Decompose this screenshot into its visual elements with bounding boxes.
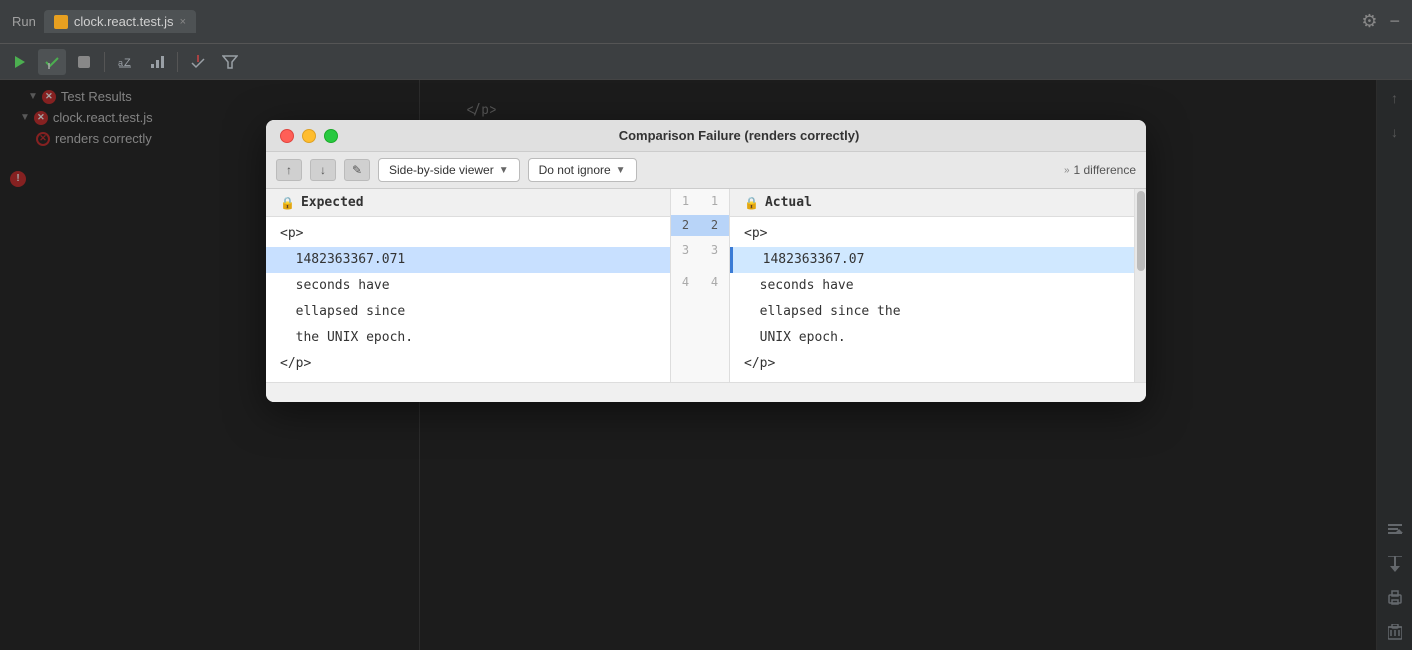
file-tab[interactable]: clock.react.test.js × bbox=[44, 10, 196, 33]
diff-count: » 1 difference bbox=[1064, 163, 1136, 177]
sort-duration-button[interactable] bbox=[143, 49, 171, 75]
stop-button[interactable] bbox=[70, 49, 98, 75]
dialog-diff-content: 🔒 Expected <p> 1482363367.071 seconds ha… bbox=[266, 189, 1146, 382]
check-button[interactable] bbox=[38, 49, 66, 75]
dialog-toolbar: ↑ ↓ ✎ Side-by-side viewer ▼ Do not ignor… bbox=[266, 152, 1146, 189]
dialog-title: Comparison Failure (renders correctly) bbox=[346, 128, 1132, 143]
line-num-exp-1: 1 bbox=[671, 191, 700, 211]
viewer-dropdown[interactable]: Side-by-side viewer ▼ bbox=[378, 158, 520, 182]
actual-header: 🔒 Actual bbox=[730, 189, 1134, 217]
dialog-footer bbox=[266, 382, 1146, 402]
run-toolbar: aZ bbox=[0, 44, 1412, 80]
expected-pane: 🔒 Expected <p> 1482363367.071 seconds ha… bbox=[266, 189, 670, 382]
expected-header: 🔒 Expected bbox=[266, 189, 670, 217]
run-label: Run bbox=[12, 14, 36, 29]
line-num-exp-2: 2 bbox=[671, 215, 700, 235]
ignore-dropdown-label: Do not ignore bbox=[539, 163, 611, 177]
ignore-dropdown[interactable]: Do not ignore ▼ bbox=[528, 158, 637, 182]
dialog-scrollbar-thumb bbox=[1137, 191, 1145, 271]
dialog-scrollbar[interactable] bbox=[1134, 189, 1146, 382]
dialog-titlebar: Comparison Failure (renders correctly) bbox=[266, 120, 1146, 152]
file-icon bbox=[54, 15, 68, 29]
close-button[interactable] bbox=[280, 129, 294, 143]
line-num-row-6: 4 4 bbox=[671, 270, 729, 294]
diff-arrows-icon: » bbox=[1064, 165, 1070, 176]
gear-icon[interactable]: ⚙ bbox=[1361, 11, 1377, 32]
viewer-dropdown-label: Side-by-side viewer bbox=[389, 163, 494, 177]
viewer-dropdown-arrow: ▼ bbox=[499, 165, 509, 176]
line-num-act-2: 2 bbox=[700, 215, 729, 235]
actual-header-label: Actual bbox=[765, 195, 812, 210]
nav-edit-button[interactable]: ✎ bbox=[344, 159, 370, 181]
line-num-exp-3: 3 bbox=[671, 240, 700, 260]
line-num-act-3: 3 bbox=[700, 240, 729, 260]
actual-line-2: 1482363367.07 bbox=[730, 247, 1134, 273]
nav-up-button[interactable]: ↑ bbox=[276, 159, 302, 181]
line-num-row-3: 3 3 bbox=[671, 238, 729, 262]
modal-overlay: Comparison Failure (renders correctly) ↑… bbox=[0, 80, 1412, 650]
diff-count-label: 1 difference bbox=[1074, 163, 1137, 177]
expected-lines: <p> 1482363367.071 seconds have ellapsed… bbox=[266, 217, 670, 382]
lock-icon-actual: 🔒 bbox=[744, 196, 759, 210]
tab-close-icon[interactable]: × bbox=[180, 16, 186, 28]
expected-line-2: 1482363367.071 bbox=[266, 247, 670, 273]
main-area: ! ▼ ✕ Test Results ▼ ✕ clock.react.test.… bbox=[0, 80, 1412, 650]
sort-alpha-button[interactable]: aZ bbox=[111, 49, 139, 75]
comparison-dialog: Comparison Failure (renders correctly) ↑… bbox=[266, 120, 1146, 402]
tab-filename: clock.react.test.js bbox=[74, 14, 174, 29]
top-bar: Run clock.react.test.js × ⚙ − bbox=[0, 0, 1412, 44]
actual-line-4: ellapsed since the bbox=[730, 299, 1134, 325]
separator-1 bbox=[104, 52, 105, 72]
expected-line-3: seconds have bbox=[266, 273, 670, 299]
nav-down-button[interactable]: ↓ bbox=[310, 159, 336, 181]
line-num-act-1: 1 bbox=[700, 191, 729, 211]
minimize-button[interactable] bbox=[302, 129, 316, 143]
actual-line-5: UNIX epoch. bbox=[730, 325, 1134, 351]
maximize-button[interactable] bbox=[324, 129, 338, 143]
actual-pane: 🔒 Actual <p> 1482363367.07 seconds have … bbox=[730, 189, 1134, 382]
expected-line-4: ellapsed since bbox=[266, 299, 670, 325]
filter-button[interactable] bbox=[216, 49, 244, 75]
lock-icon-expected: 🔒 bbox=[280, 196, 295, 210]
minimize-icon[interactable]: − bbox=[1389, 11, 1400, 32]
actual-line-6: </p> bbox=[730, 351, 1134, 377]
actual-line-3: seconds have bbox=[730, 273, 1134, 299]
separator-2 bbox=[177, 52, 178, 72]
expected-line-6: </p> bbox=[266, 351, 670, 377]
actual-lines: <p> 1482363367.07 seconds have ellapsed … bbox=[730, 217, 1134, 382]
line-num-row-2: 2 2 bbox=[671, 213, 729, 237]
ignore-dropdown-arrow: ▼ bbox=[616, 165, 626, 176]
actual-line-1: <p> bbox=[730, 221, 1134, 247]
play-button[interactable] bbox=[6, 49, 34, 75]
expected-header-label: Expected bbox=[301, 195, 364, 210]
line-num-act-6: 4 bbox=[700, 272, 729, 292]
line-numbers: 1 1 2 2 3 3 bbox=[670, 189, 730, 382]
expected-line-5: the UNIX epoch. bbox=[266, 325, 670, 351]
expected-line-1: <p> bbox=[266, 221, 670, 247]
line-num-row-1: 1 1 bbox=[671, 189, 729, 213]
line-num-exp-6: 4 bbox=[671, 272, 700, 292]
rerun-failed-button[interactable] bbox=[184, 49, 212, 75]
